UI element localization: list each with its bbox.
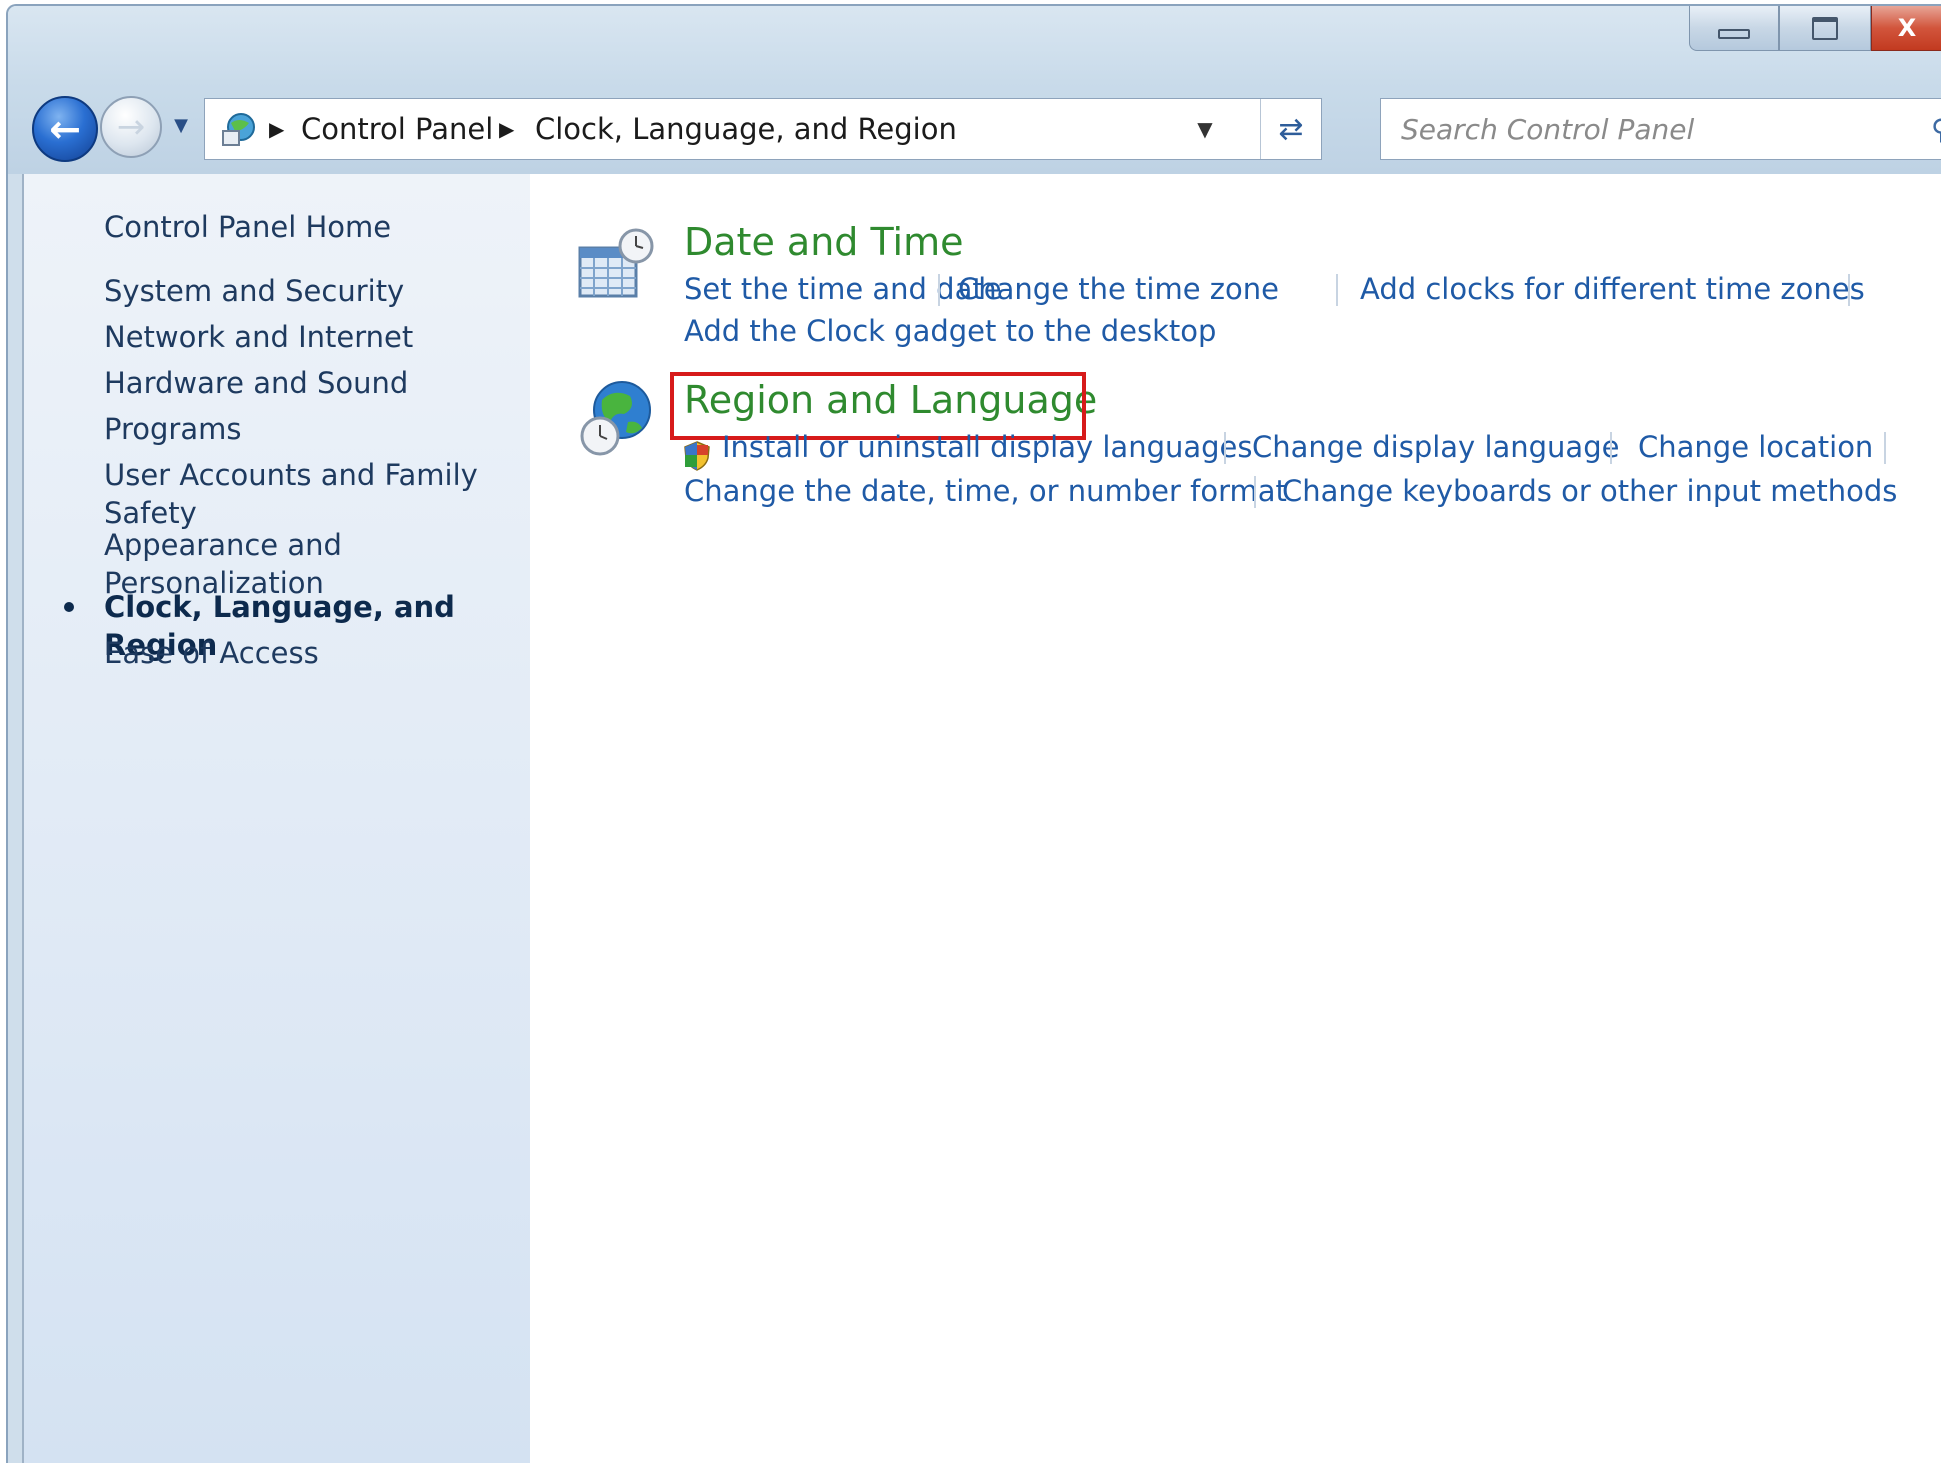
back-button[interactable]: ← bbox=[32, 96, 98, 162]
category-date-and-time[interactable]: Date and Time bbox=[684, 220, 963, 264]
link-divider bbox=[1884, 432, 1886, 464]
caption-buttons: X bbox=[1689, 6, 1941, 52]
search-icon: ⚲ bbox=[1931, 113, 1941, 146]
content-pane: Date and Time Set the time and date Chan… bbox=[530, 174, 1941, 1463]
sidebar-item-ease-of-access[interactable]: Ease of Access bbox=[104, 634, 319, 672]
back-arrow-icon: ← bbox=[49, 107, 81, 151]
breadcrumb-separator[interactable]: ▶ bbox=[499, 99, 514, 159]
sidebar-item-programs[interactable]: Programs bbox=[104, 410, 241, 448]
address-bar[interactable]: ▶ Control Panel ▶ Clock, Language, and R… bbox=[204, 98, 1322, 160]
globe-clock-icon bbox=[580, 381, 651, 456]
link-divider bbox=[1610, 432, 1612, 464]
link-change-keyboards[interactable]: Change keyboards or other input methods bbox=[1282, 474, 1897, 508]
link-change-display-language[interactable]: Change display language bbox=[1252, 430, 1619, 464]
close-icon: X bbox=[1897, 14, 1917, 42]
link-add-clock-gadget[interactable]: Add the Clock gadget to the desktop bbox=[684, 314, 1216, 348]
link-divider bbox=[1254, 476, 1256, 508]
minimize-button[interactable] bbox=[1689, 6, 1779, 51]
chevron-right-icon: ▶ bbox=[269, 117, 285, 141]
navigation-bar: ← → ▼ ▶ Control Panel ▶ Clock, Language,… bbox=[8, 88, 1941, 162]
link-divider bbox=[1336, 274, 1338, 306]
sidebar-item-network-and-internet[interactable]: Network and Internet bbox=[104, 318, 413, 356]
address-dropdown-button[interactable]: ▼ bbox=[1185, 99, 1225, 159]
breadcrumb-control-panel[interactable]: Control Panel bbox=[301, 99, 493, 159]
recent-pages-button[interactable]: ▼ bbox=[170, 114, 192, 136]
calendar-clock-icon bbox=[578, 228, 654, 298]
minimize-icon bbox=[1718, 29, 1750, 39]
close-button[interactable]: X bbox=[1871, 6, 1941, 51]
link-divider bbox=[938, 274, 940, 306]
chevron-down-icon: ▼ bbox=[1197, 117, 1213, 141]
forward-button[interactable]: → bbox=[100, 96, 162, 158]
control-panel-window: X ← → ▼ ▶ Control Panel ▶ Clock, Languag… bbox=[6, 4, 1941, 1463]
maximize-icon bbox=[1812, 16, 1838, 40]
search-placeholder: Search Control Panel bbox=[1401, 112, 1695, 146]
link-add-clocks[interactable]: Add clocks for different time zones bbox=[1360, 272, 1865, 306]
uac-shield-icon bbox=[684, 441, 710, 471]
link-change-time-zone[interactable]: Change the time zone bbox=[958, 272, 1279, 306]
link-divider bbox=[1224, 432, 1226, 464]
refresh-icon: ⇄ bbox=[1278, 111, 1304, 147]
search-input[interactable]: Search Control Panel ⚲ bbox=[1380, 98, 1941, 160]
control-panel-icon bbox=[222, 113, 255, 146]
chevron-right-icon: ▶ bbox=[499, 117, 515, 141]
link-divider bbox=[1848, 274, 1850, 306]
sidebar-item-control-panel-home[interactable]: Control Panel Home bbox=[104, 208, 391, 246]
link-set-time-and-date[interactable]: Set the time and date bbox=[684, 272, 1002, 306]
sidebar: Control Panel Home System and Security N… bbox=[22, 174, 530, 1463]
breadcrumb-clock-language-region[interactable]: Clock, Language, and Region bbox=[535, 99, 957, 159]
link-change-date-time-format[interactable]: Change the date, time, or number format bbox=[684, 474, 1287, 508]
current-item-bullet bbox=[64, 602, 74, 612]
link-change-location[interactable]: Change location bbox=[1638, 430, 1873, 464]
maximize-button[interactable] bbox=[1779, 6, 1871, 51]
forward-arrow-icon: → bbox=[116, 107, 146, 147]
refresh-button[interactable]: ⇄ bbox=[1260, 99, 1321, 159]
sidebar-item-hardware-and-sound[interactable]: Hardware and Sound bbox=[104, 364, 408, 402]
chevron-down-icon: ▼ bbox=[174, 114, 188, 136]
link-install-display-languages[interactable]: Install or uninstall display languages bbox=[722, 430, 1253, 464]
sidebar-item-system-and-security[interactable]: System and Security bbox=[104, 272, 404, 310]
sidebar-item-user-accounts[interactable]: User Accounts and Family Safety bbox=[104, 456, 484, 532]
breadcrumb-separator[interactable]: ▶ bbox=[269, 99, 284, 159]
